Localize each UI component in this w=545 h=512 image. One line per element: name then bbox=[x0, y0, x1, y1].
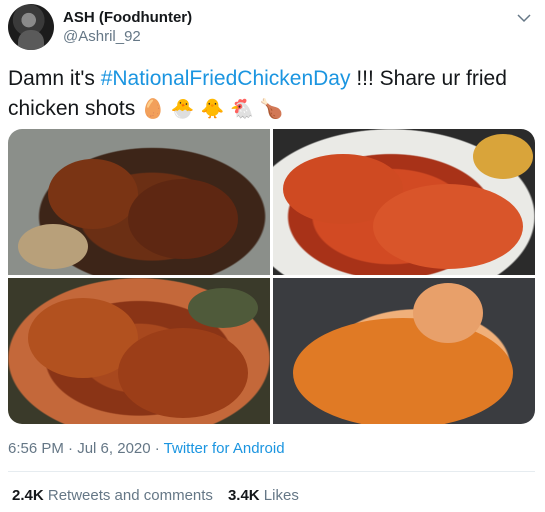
tweet-emojis: 🥚 🐣 🐥 🐔 🍗 bbox=[141, 98, 284, 120]
retweets-count: 2.4K bbox=[12, 487, 44, 504]
tweet-date[interactable]: Jul 6, 2020 bbox=[77, 440, 150, 457]
photo-3[interactable] bbox=[8, 278, 270, 424]
retweets-label: Retweets and comments bbox=[47, 487, 213, 504]
tweet-meta: 6:56 PM · Jul 6, 2020 · Twitter for Andr… bbox=[8, 440, 285, 457]
meta-separator: · bbox=[63, 440, 78, 457]
photo-1[interactable] bbox=[8, 129, 270, 275]
likes-label: Likes bbox=[263, 487, 299, 504]
likes-count: 3.4K bbox=[227, 487, 260, 504]
tweet-time[interactable]: 6:56 PM bbox=[8, 440, 64, 457]
chevron-down-icon[interactable] bbox=[515, 9, 533, 27]
photo-grid bbox=[8, 129, 535, 424]
photo-2[interactable] bbox=[273, 129, 535, 275]
divider bbox=[8, 471, 535, 472]
avatar[interactable] bbox=[8, 4, 54, 50]
tweet-text-before: Damn it's bbox=[8, 67, 101, 90]
meta-separator-2: · bbox=[150, 440, 164, 457]
author-name[interactable]: ASH (Foodhunter) bbox=[63, 9, 192, 26]
author-handle[interactable]: @Ashril_92 bbox=[63, 28, 141, 45]
likes-stat[interactable]: 3.4K Likes bbox=[228, 487, 299, 504]
tweet-source-link[interactable]: Twitter for Android bbox=[164, 440, 285, 457]
tweet-card: ASH (Foodhunter) @Ashril_92 Damn it's #N… bbox=[0, 0, 545, 512]
tweet-text: Damn it's #NationalFriedChickenDay !!! S… bbox=[8, 64, 528, 124]
hashtag-link[interactable]: #NationalFriedChickenDay bbox=[101, 67, 351, 90]
retweets-stat[interactable]: 2.4K Retweets and comments bbox=[12, 487, 213, 504]
tweet-stats: 2.4K Retweets and comments 3.4K Likes bbox=[12, 487, 299, 504]
photo-4[interactable] bbox=[273, 278, 535, 424]
